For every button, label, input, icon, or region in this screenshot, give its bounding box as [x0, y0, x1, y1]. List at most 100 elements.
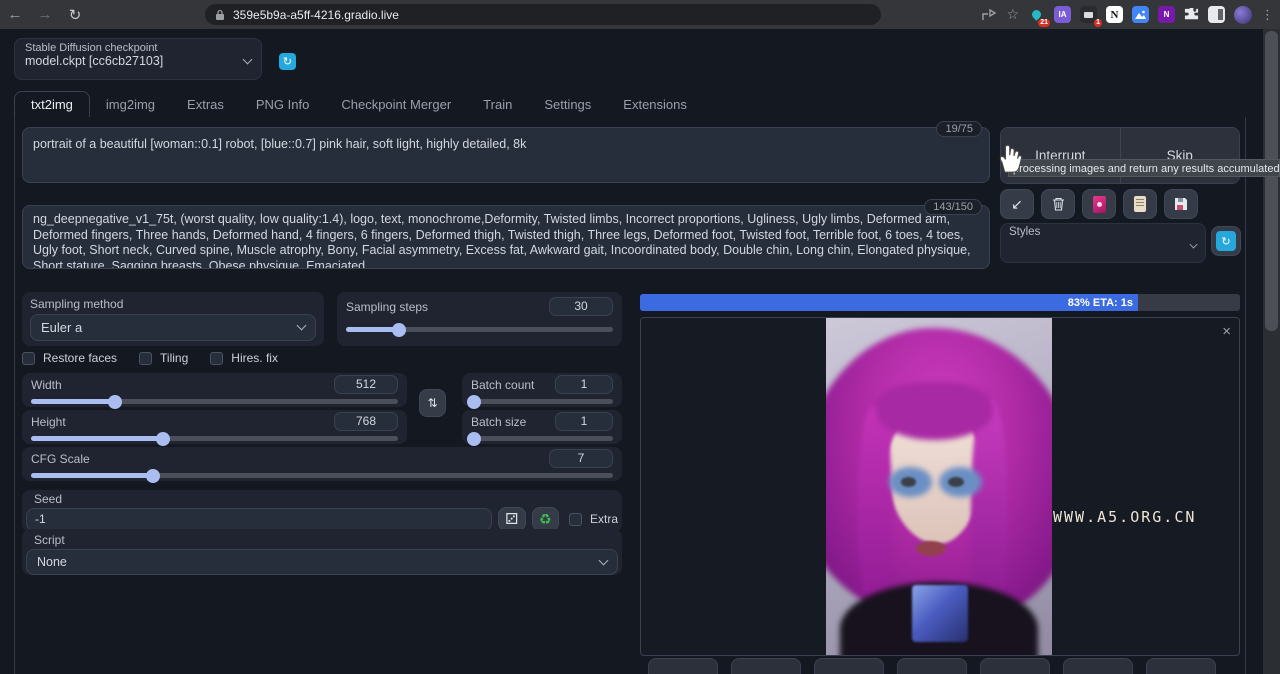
tab-img2img[interactable]: img2img — [90, 92, 171, 117]
script-dropdown[interactable]: None — [26, 549, 618, 575]
negative-prompt-textarea[interactable]: ng_deepnegative_v1_75t, (worst quality, … — [22, 205, 990, 269]
trash-icon — [1052, 197, 1065, 211]
output-action-button[interactable] — [1146, 658, 1216, 674]
restore-faces-option[interactable]: Restore faces — [22, 351, 117, 365]
hires-fix-option[interactable]: Hires. fix — [210, 351, 278, 365]
negative-prompt-token-counter: 143/150 — [924, 199, 982, 215]
extensions-puzzle-icon[interactable] — [1184, 7, 1199, 22]
recycle-icon: ♻ — [539, 511, 552, 528]
address-bar[interactable]: 359e5b9a-a5ff-4216.gradio.live — [205, 4, 881, 25]
width-value[interactable]: 512 — [334, 375, 398, 394]
seed-extra-option[interactable]: Extra — [569, 512, 618, 526]
styles-dropdown[interactable] — [1009, 238, 1197, 254]
checkpoint-dropdown[interactable]: model.ckpt [cc6cb27103] — [25, 54, 251, 68]
close-preview-icon[interactable]: × — [1222, 324, 1231, 339]
batch-count-label: Batch count — [471, 378, 534, 392]
pin-badge: 21 — [1038, 19, 1050, 27]
generated-image[interactable] — [826, 318, 1052, 656]
extra-networks-button[interactable] — [1082, 189, 1116, 219]
batch-size-value[interactable]: 1 — [555, 412, 613, 431]
reuse-seed-button[interactable]: ♻ — [532, 507, 559, 531]
tab-train[interactable]: Train — [467, 92, 528, 117]
onenote-extension-icon[interactable]: N — [1158, 6, 1175, 23]
checkpoint-block: Stable Diffusion checkpoint model.ckpt [… — [14, 38, 262, 80]
progress-text: 83% ETA: 1s — [1068, 297, 1133, 309]
panel-right-border — [1245, 117, 1246, 674]
paste-params-button[interactable]: ↙ — [1000, 189, 1034, 219]
output-action-button[interactable] — [731, 658, 801, 674]
prompt-tools-row: ↙ — [1000, 189, 1198, 219]
tab-checkpoint-merger[interactable]: Checkpoint Merger — [325, 92, 467, 117]
tab-txt2img[interactable]: txt2img — [14, 91, 90, 117]
output-action-button[interactable] — [1063, 658, 1133, 674]
output-action-button[interactable] — [980, 658, 1050, 674]
swap-dimensions-button[interactable]: ⇅ — [419, 389, 446, 417]
output-action-button[interactable] — [814, 658, 884, 674]
height-label: Height — [31, 415, 66, 429]
notion-extension-icon[interactable]: N — [1106, 6, 1123, 23]
slider-handle[interactable] — [146, 469, 160, 483]
share-icon[interactable] — [981, 8, 997, 22]
prompt-textarea[interactable]: portrait of a beautiful [woman::0.1] rob… — [22, 127, 990, 183]
checkpoint-refresh-button[interactable]: ↻ — [279, 53, 296, 70]
height-value[interactable]: 768 — [334, 412, 398, 431]
apply-styles-button[interactable] — [1123, 189, 1157, 219]
url-text: 359e5b9a-a5ff-4216.gradio.live — [233, 8, 399, 22]
tab-bar: txt2img img2img Extras PNG Info Checkpoi… — [14, 90, 703, 117]
batch-count-block: Batch count 1 — [462, 373, 622, 407]
slider-handle[interactable] — [467, 395, 481, 409]
message-extension-icon[interactable]: 1 — [1080, 6, 1097, 23]
chevron-down-icon — [243, 54, 253, 64]
reload-icon[interactable]: ↻ — [60, 6, 90, 24]
clear-prompt-button[interactable] — [1041, 189, 1075, 219]
save-style-button[interactable] — [1164, 189, 1198, 219]
batch-count-value[interactable]: 1 — [555, 375, 613, 394]
tiling-option[interactable]: Tiling — [139, 351, 188, 365]
prompt-token-counter: 19/75 — [936, 121, 982, 137]
hand-cursor-icon — [994, 141, 1024, 175]
height-slider[interactable] — [31, 436, 398, 441]
options-row: Restore faces Tiling Hires. fix — [22, 351, 278, 365]
side-panel-icon[interactable] — [1208, 6, 1225, 23]
batch-count-slider[interactable] — [471, 399, 613, 404]
cfg-scale-slider[interactable] — [31, 473, 613, 478]
ia-extension-icon[interactable]: IA — [1054, 6, 1071, 23]
cfg-scale-value[interactable]: 7 — [549, 449, 613, 468]
profile-avatar[interactable] — [1234, 6, 1252, 24]
forward-icon[interactable]: → — [30, 6, 60, 23]
output-action-button[interactable] — [897, 658, 967, 674]
width-slider[interactable] — [31, 399, 398, 404]
seed-input[interactable]: -1 — [26, 508, 492, 531]
output-action-button[interactable] — [648, 658, 718, 674]
slider-handle[interactable] — [467, 432, 481, 446]
pin-extension-icon[interactable]: 21 — [1028, 6, 1045, 23]
bookmark-star-icon[interactable]: ☆ — [1006, 6, 1019, 23]
batch-size-slider[interactable] — [471, 436, 613, 441]
styles-refresh-button[interactable]: ↻ — [1211, 226, 1241, 256]
slider-handle[interactable] — [392, 323, 406, 337]
random-seed-button[interactable]: ⚂ — [498, 507, 525, 531]
sampling-steps-slider[interactable] — [346, 327, 613, 332]
slider-handle[interactable] — [108, 395, 122, 409]
page-scrollbar[interactable] — [1263, 29, 1280, 674]
tiling-checkbox[interactable] — [139, 352, 152, 365]
browser-menu-icon[interactable]: ⋮ — [1261, 7, 1274, 23]
tab-extras[interactable]: Extras — [171, 92, 240, 117]
restore-faces-checkbox[interactable] — [22, 352, 35, 365]
image-extension-icon[interactable] — [1132, 6, 1149, 23]
dice-icon: ⚂ — [505, 510, 518, 528]
scrollbar-thumb[interactable] — [1265, 31, 1278, 331]
tab-png-info[interactable]: PNG Info — [240, 92, 325, 117]
seed-extra-checkbox[interactable] — [569, 513, 582, 526]
sampling-method-dropdown[interactable]: Euler a — [30, 314, 316, 341]
tab-extensions[interactable]: Extensions — [607, 92, 703, 117]
output-gallery: × WWW.A5.ORG.CN — [640, 317, 1240, 656]
clipboard-icon — [1134, 196, 1146, 212]
tab-settings[interactable]: Settings — [528, 92, 607, 117]
back-icon[interactable]: ← — [0, 6, 30, 23]
watermark-text: WWW.A5.ORG.CN — [1053, 508, 1196, 526]
slider-handle[interactable] — [156, 432, 170, 446]
hires-fix-checkbox[interactable] — [210, 352, 223, 365]
sampling-method-value: Euler a — [41, 320, 82, 335]
sampling-steps-value[interactable]: 30 — [549, 297, 613, 316]
